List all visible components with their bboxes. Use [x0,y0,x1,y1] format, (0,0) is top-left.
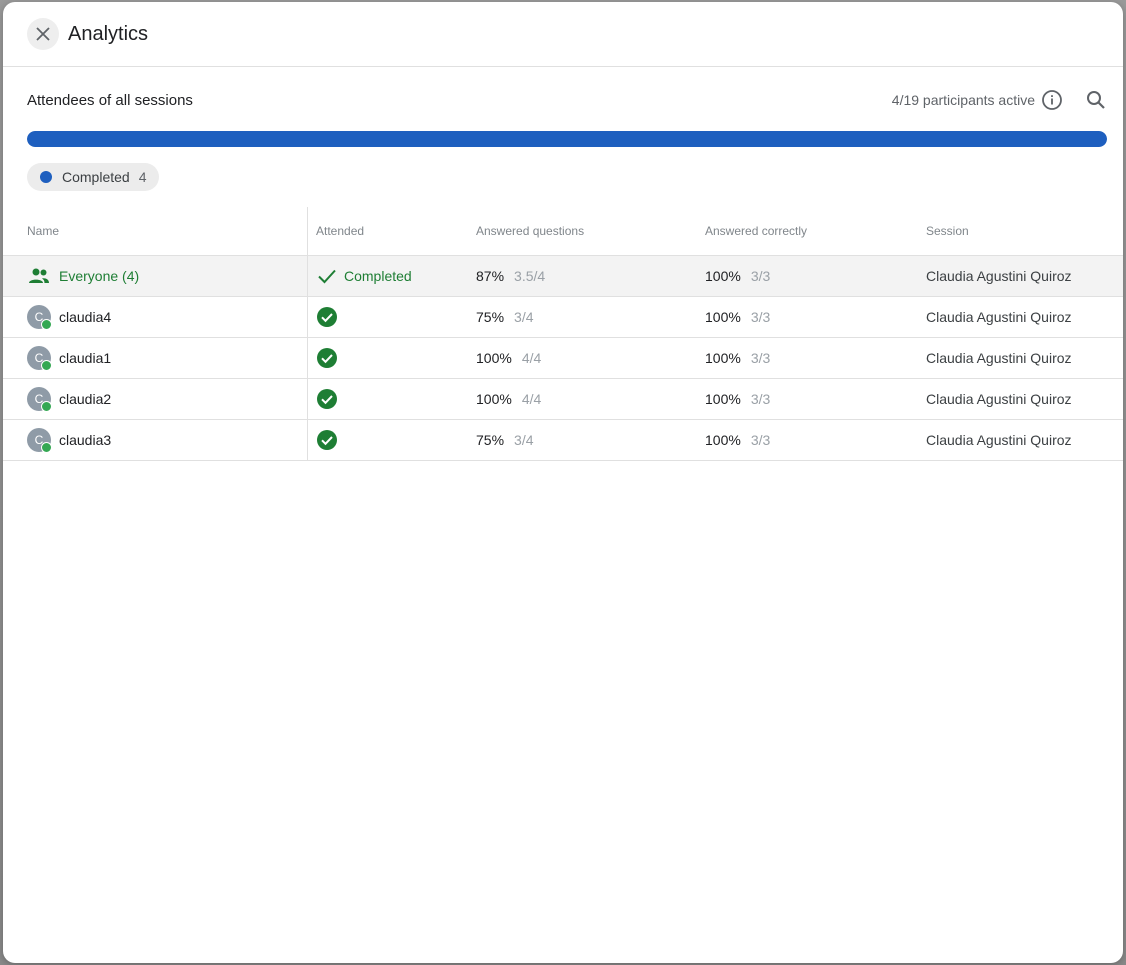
correct-pct: 100% [705,309,741,325]
session-name: Claudia Agustini Quiroz [926,337,1123,379]
chip-label: Completed [62,169,130,185]
dialog-title: Analytics [68,22,149,45]
search-icon[interactable] [1085,89,1107,111]
answered-frac: 3/4 [514,432,534,448]
close-button[interactable] [27,18,59,50]
answered-frac: 3.5/4 [514,268,546,284]
header-attended[interactable]: Attended [307,207,476,256]
analytics-dialog: Analytics Attendees of all sessions 4/19… [3,2,1123,963]
participant-name: claudia1 [59,350,112,366]
check-circle-icon [317,307,337,327]
group-icon [29,268,49,283]
header-session[interactable]: Session [926,207,1123,256]
session-name: Claudia Agustini Quiroz [926,296,1123,338]
answered-pct: 100% [476,350,512,366]
answered-pct: 100% [476,391,512,407]
summary-row: Attendees of all sessions 4/19 participa… [27,88,1107,112]
completed-filter-chip[interactable]: Completed 4 [27,163,159,191]
session-name: Claudia Agustini Quiroz [926,419,1123,461]
participant-name: claudia4 [59,309,112,325]
info-icon[interactable] [1041,89,1063,111]
correct-frac: 3/3 [750,309,771,325]
table-row-everyone[interactable]: Everyone (4) Completed 87% 3.5/4 100% 3/… [3,255,1123,297]
participants-active-count: 4/19 participants active [891,92,1035,108]
answered-frac: 4/4 [521,350,542,366]
table-row[interactable]: C claudia3 75% 3/4 100% 3/3 Claudia Agusti… [3,419,1123,461]
answered-frac: 4/4 [521,391,542,407]
online-status-icon [41,319,52,330]
correct-frac: 3/3 [750,391,771,407]
correct-pct: 100% [705,391,741,407]
attended-status: Completed [344,268,412,284]
chip-count: 4 [138,169,147,185]
answered-pct: 75% [476,309,505,325]
section-title: Attendees of all sessions [27,91,193,109]
session-name: Claudia Agustini Quiroz [926,255,1123,297]
completed-dot [40,171,52,183]
avatar: C [27,305,52,330]
table-header-row: Name Attended Answered questions Answere… [3,207,1123,256]
header-answered-correctly[interactable]: Answered correctly [705,207,926,256]
answered-frac: 3/4 [514,309,534,325]
correct-frac: 3/3 [750,432,771,448]
table-row[interactable]: C claudia4 75% 3/4 100% 3/3 Claudia Agusti… [3,296,1123,338]
completion-progress-bar [27,131,1107,147]
avatar: C [27,346,52,371]
online-status-icon [41,360,52,371]
close-icon [36,27,50,41]
online-status-icon [41,442,52,453]
avatar: C [27,428,52,453]
online-status-icon [41,401,52,412]
correct-pct: 100% [705,350,741,366]
answered-pct: 75% [476,432,505,448]
correct-pct: 100% [705,268,741,284]
answered-pct: 87% [476,268,505,284]
header-answered-questions[interactable]: Answered questions [476,207,705,256]
correct-frac: 3/3 [750,268,771,284]
attendees-table: Name Attended Answered questions Answere… [3,207,1123,461]
session-name: Claudia Agustini Quiroz [926,378,1123,420]
table-row[interactable]: C claudia2 100% 4/4 100% 3/3 Claudia Agust… [3,378,1123,420]
dialog-header: Analytics [3,2,1123,67]
check-circle-icon [317,389,337,409]
participant-name: claudia3 [59,432,112,448]
participant-name: claudia2 [59,391,112,407]
table-row[interactable]: C claudia1 100% 4/4 100% 3/3 Claudia Agust… [3,337,1123,379]
correct-pct: 100% [705,432,741,448]
avatar: C [27,387,52,412]
check-circle-icon [317,348,337,368]
check-icon [318,269,336,284]
header-name[interactable]: Name [3,207,308,256]
everyone-label: Everyone (4) [59,268,140,284]
check-circle-icon [317,430,337,450]
progress-fill [27,131,1107,147]
correct-frac: 3/3 [750,350,771,366]
